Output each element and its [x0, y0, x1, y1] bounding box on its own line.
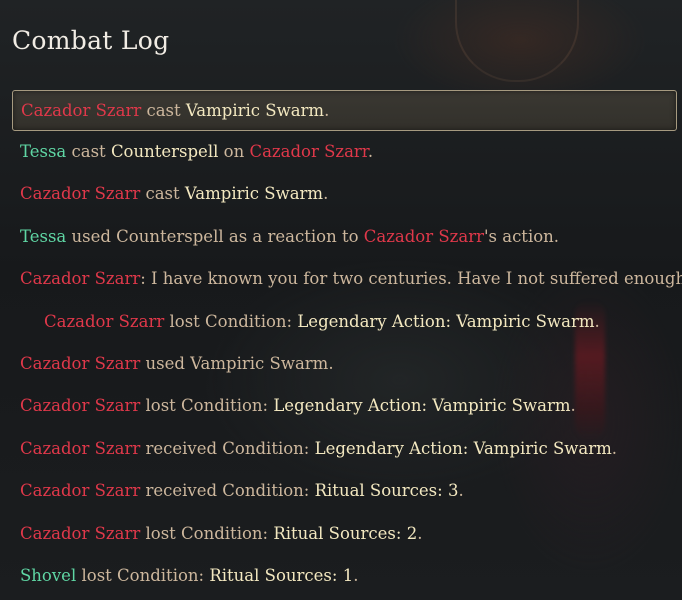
log-condition: Legendary Action: Vampiric Swarm: [314, 438, 612, 458]
log-text: .: [367, 142, 374, 161]
log-text: .: [323, 184, 329, 204]
log-entry[interactable]: Cazador Szarr lost Condition: Legendary …: [12, 301, 680, 343]
log-entry[interactable]: Cazador Szarr: I have known you for two …: [12, 258, 682, 300]
background-lamp: [455, 0, 579, 82]
log-text: cast: [66, 142, 111, 161]
log-condition: Legendary Action: Vampiric Swarm: [273, 396, 571, 416]
log-condition: Ritual Sources: 1: [209, 565, 354, 585]
log-text: cast: [141, 101, 186, 120]
log-text: .: [594, 311, 600, 331]
log-text: .: [570, 396, 576, 416]
log-text: lost Condition:: [140, 523, 274, 543]
log-text: 's action.: [483, 226, 560, 246]
log-actor: Tessa: [20, 226, 67, 246]
log-text: .: [458, 481, 464, 501]
log-entry[interactable]: Cazador Szarr received Condition: Ritual…: [12, 470, 680, 512]
log-text: .: [353, 565, 359, 585]
log-text: lost Condition:: [76, 565, 210, 585]
log-actor: Cazador Szarr: [44, 311, 165, 331]
log-condition: Ritual Sources: 2: [273, 523, 418, 543]
log-text: received Condition:: [140, 438, 315, 458]
log-action: Counterspell: [110, 142, 219, 161]
log-actor: Cazador Szarr: [21, 101, 142, 120]
log-entry[interactable]: Shovel lost Condition: Ritual Sources: 1…: [12, 555, 680, 597]
log-text: lost Condition:: [140, 396, 274, 416]
log-dialogue: : I have known you for two centuries. Ha…: [140, 269, 682, 289]
log-entry[interactable]: Cazador Szarr used Vampiric Swarm.: [12, 343, 680, 385]
log-text: cast: [140, 184, 185, 204]
log-entry[interactable]: Tessa used Counterspell as a reaction to…: [12, 216, 680, 258]
log-actor: Tessa: [20, 142, 67, 161]
log-entry[interactable]: Cazador Szarr received Condition: Legend…: [12, 428, 680, 470]
log-entry[interactable]: Cazador Szarr lost Condition: Ritual Sou…: [12, 513, 680, 555]
log-condition: Ritual Sources: 3: [314, 481, 459, 501]
log-text: used Vampiric Swarm.: [140, 353, 334, 373]
log-text: .: [611, 438, 617, 458]
log-action: Vampiric Swarm: [184, 184, 324, 204]
log-text: used Counterspell as a reaction to: [66, 226, 364, 246]
log-target: Cazador Szarr: [363, 226, 484, 246]
log-actor: Cazador Szarr: [20, 269, 141, 289]
log-action: Vampiric Swarm: [185, 101, 325, 120]
combat-log-list[interactable]: Cazador Szarr cast Vampiric Swarm. Tessa…: [12, 90, 682, 597]
log-text: .: [324, 101, 330, 120]
log-actor: Cazador Szarr: [20, 184, 141, 204]
log-actor: Cazador Szarr: [20, 438, 141, 458]
log-actor: Shovel: [20, 565, 77, 585]
combat-log-title: Combat Log: [12, 26, 170, 55]
log-target: Cazador Szarr: [249, 142, 368, 161]
log-entry[interactable]: Tessa cast Counterspell on Cazador Szarr…: [12, 131, 680, 173]
log-text: received Condition:: [140, 481, 315, 501]
log-text: on: [218, 142, 250, 161]
log-entry[interactable]: Cazador Szarr cast Vampiric Swarm.: [12, 173, 680, 215]
log-actor: Cazador Szarr: [20, 523, 141, 543]
log-entry[interactable]: Cazador Szarr cast Vampiric Swarm.: [12, 90, 677, 131]
log-actor: Cazador Szarr: [20, 481, 141, 501]
log-text: .: [417, 523, 423, 543]
log-condition: Legendary Action: Vampiric Swarm: [297, 311, 595, 331]
log-actor: Cazador Szarr: [20, 353, 141, 373]
log-text: lost Condition:: [164, 311, 298, 331]
log-actor: Cazador Szarr: [20, 396, 141, 416]
log-entry[interactable]: Cazador Szarr lost Condition: Legendary …: [12, 385, 680, 427]
